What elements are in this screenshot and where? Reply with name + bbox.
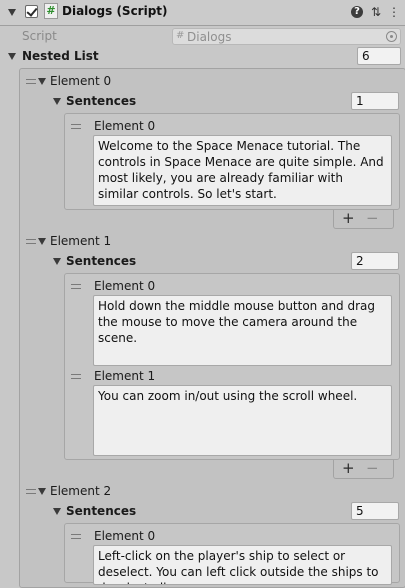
sentence-text-area[interactable]: You can zoom in/out using the scroll whe…: [93, 385, 392, 456]
script-label: Script: [22, 29, 57, 43]
sentences-size-field[interactable]: 1: [351, 92, 399, 110]
sentences-foldout-arrow[interactable]: [53, 508, 61, 515]
drag-handle[interactable]: [71, 124, 81, 129]
sentences-size-field[interactable]: 5: [351, 502, 399, 520]
add-element-button[interactable]: +: [342, 460, 355, 477]
drag-handle[interactable]: [26, 489, 36, 494]
sentences-foldout-arrow[interactable]: [53, 98, 61, 105]
sentences-foldout-arrow[interactable]: [53, 258, 61, 265]
nested-list-label: Nested List: [22, 49, 99, 63]
nested-list-foldout-arrow[interactable]: [8, 53, 16, 60]
sentence-element-label: Element 0: [94, 529, 156, 543]
list-footer: + −: [333, 460, 394, 479]
element-2-label: Element 2: [50, 484, 112, 498]
element-foldout-arrow[interactable]: [38, 78, 46, 85]
element-foldout-arrow[interactable]: [38, 488, 46, 495]
sentences-label: Sentences: [66, 504, 137, 518]
object-picker-icon: [386, 31, 397, 42]
sentences-size-field[interactable]: 2: [351, 252, 399, 270]
add-element-button[interactable]: +: [342, 210, 355, 227]
sentence-text-area[interactable]: Hold down the middle mouse button and dr…: [93, 295, 392, 366]
script-icon: #: [44, 3, 58, 19]
component-header: [0, 0, 405, 26]
sentences-label: Sentences: [66, 254, 137, 268]
context-menu-icon[interactable]: ⋮: [387, 5, 401, 19]
remove-element-button[interactable]: −: [366, 460, 379, 477]
element-foldout-arrow[interactable]: [38, 238, 46, 245]
drag-handle[interactable]: [26, 239, 36, 244]
sentences-label: Sentences: [66, 94, 137, 108]
component-title: Dialogs (Script): [62, 4, 168, 18]
script-object-field: # Dialogs: [172, 28, 401, 45]
script-value: Dialogs: [187, 30, 232, 44]
sentence-element-label: Element 0: [94, 279, 156, 293]
sentence-text-area[interactable]: Welcome to the Space Menace tutorial. Th…: [93, 135, 392, 206]
drag-handle[interactable]: [71, 534, 81, 539]
presets-icon[interactable]: ⇅: [369, 5, 383, 19]
drag-handle[interactable]: [71, 284, 81, 289]
drag-handle[interactable]: [71, 374, 81, 379]
drag-handle[interactable]: [26, 79, 36, 84]
sentence-element-label: Element 0: [94, 119, 156, 133]
list-footer: + −: [333, 210, 394, 229]
script-file-icon: #: [176, 30, 185, 41]
sentence-text-area[interactable]: Left-click on the player's ship to selec…: [93, 545, 392, 585]
component-foldout-arrow[interactable]: [8, 9, 16, 16]
remove-element-button[interactable]: −: [366, 210, 379, 227]
nested-list-size-field[interactable]: 6: [357, 47, 401, 65]
component-enabled-checkbox[interactable]: [25, 5, 38, 18]
element-1-label: Element 1: [50, 234, 112, 248]
element-0-label: Element 0: [50, 74, 112, 88]
sentence-element-label: Element 1: [94, 369, 156, 383]
help-icon[interactable]: ?: [351, 6, 363, 18]
